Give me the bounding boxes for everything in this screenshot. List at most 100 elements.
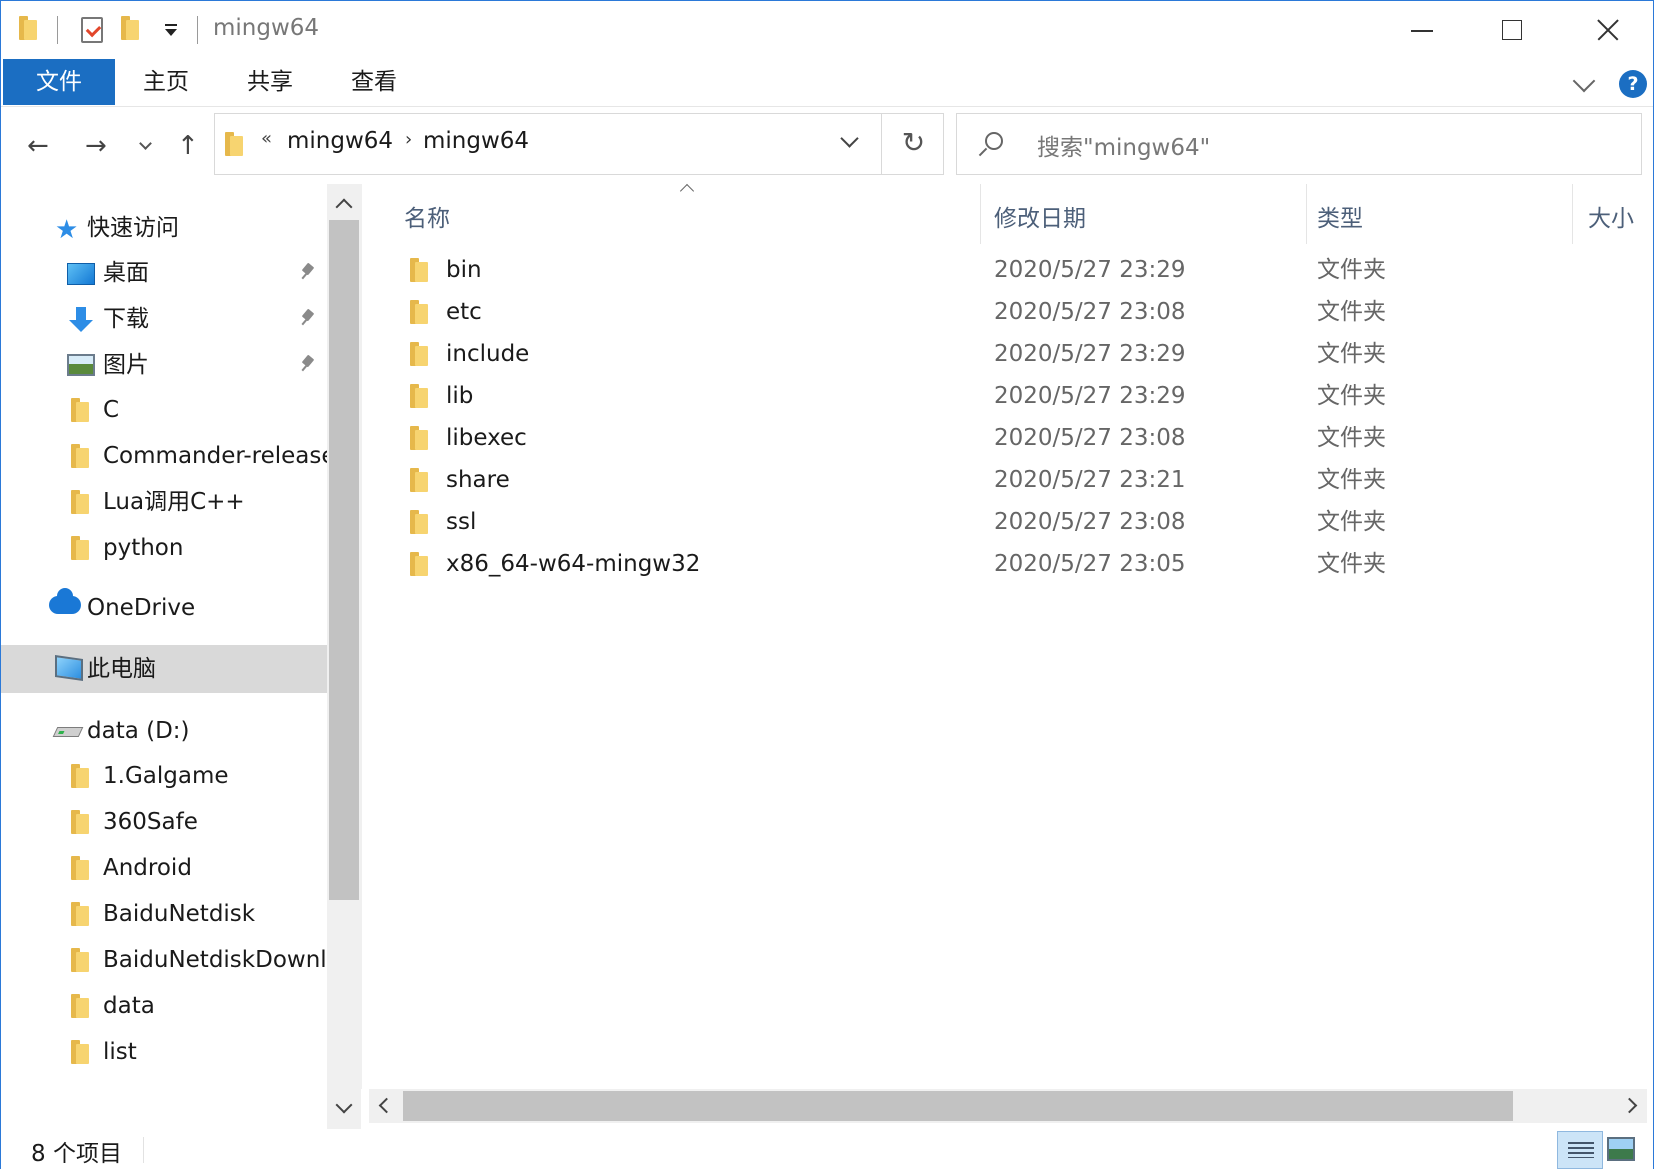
download-icon [69, 307, 93, 333]
tree-item-folder-lua[interactable]: Lua调用C++ [103, 479, 245, 525]
column-divider[interactable] [980, 184, 981, 244]
properties-icon[interactable] [81, 17, 103, 43]
file-type: 文件夹 [1317, 509, 1386, 535]
new-folder-icon[interactable] [121, 16, 139, 40]
tree-item-folder-galgame[interactable]: 1.Galgame [103, 753, 229, 799]
search-icon [985, 132, 1003, 150]
address-folder-icon [225, 132, 243, 156]
up-button[interactable]: ↑ [177, 133, 199, 159]
close-button[interactable] [1561, 1, 1651, 59]
search-box[interactable]: 搜索"mingw64" [956, 113, 1642, 175]
tree-item-folder-baidunetdiskdownload[interactable]: BaiduNetdiskDownl [103, 937, 327, 983]
breadcrumb-mingw64-parent[interactable]: mingw64 [287, 128, 393, 154]
scroll-left-arrow-icon[interactable] [378, 1097, 395, 1114]
pin-icon[interactable] [301, 356, 315, 372]
tree-item-folder-baidunetdisk[interactable]: BaiduNetdisk [103, 891, 255, 937]
folder-icon [71, 444, 89, 468]
tree-item-quick-access[interactable]: 快速访问 [87, 205, 179, 251]
file-name[interactable]: share [446, 459, 510, 501]
file-type: 文件夹 [1317, 551, 1386, 577]
column-divider[interactable] [1306, 184, 1307, 244]
file-name[interactable]: include [446, 333, 529, 375]
tab-home[interactable]: 主页 [127, 59, 205, 105]
back-button[interactable]: ← [27, 133, 49, 159]
expand-ribbon-chevron-icon[interactable] [1572, 69, 1596, 93]
file-name[interactable]: etc [446, 291, 482, 333]
tree-item-folder-c[interactable]: C [103, 387, 119, 433]
folder-icon [71, 398, 89, 422]
large-icons-view-icon[interactable] [1607, 1137, 1635, 1161]
scroll-right-arrow-icon[interactable] [1621, 1097, 1638, 1114]
minimize-button[interactable] [1377, 1, 1467, 59]
help-button[interactable]: ? [1619, 70, 1647, 98]
file-row[interactable]: libexec 2020/5/27 23:08 文件夹 [362, 417, 1654, 459]
tab-view[interactable]: 查看 [335, 59, 413, 105]
address-overflow-button[interactable]: « [261, 128, 272, 149]
folder-icon [71, 994, 89, 1018]
maximize-button[interactable] [1467, 1, 1557, 59]
pin-icon[interactable] [301, 264, 315, 280]
file-name[interactable]: libexec [446, 417, 527, 459]
window-title: mingw64 [213, 15, 320, 41]
file-row[interactable]: x86_64-w64-mingw32 2020/5/27 23:05 文件夹 [362, 543, 1654, 585]
forward-button[interactable]: → [85, 133, 107, 159]
address-bar[interactable]: « mingw64 › mingw64 ↻ [214, 113, 944, 175]
file-list: 名称 修改日期 类型 大小 bin 2020/5/27 23:29 文件夹 et… [361, 183, 1654, 1089]
tree-item-folder-python[interactable]: python [103, 525, 183, 571]
file-row[interactable]: ssl 2020/5/27 23:08 文件夹 [362, 501, 1654, 543]
details-view-icon[interactable] [1557, 1131, 1603, 1169]
column-header-size[interactable]: 大小 [1588, 194, 1634, 244]
navpane-vertical-scrollbar[interactable] [327, 184, 361, 1129]
scroll-up-arrow-icon[interactable] [335, 198, 353, 216]
tree-item-folder-list[interactable]: list [103, 1029, 137, 1075]
column-divider[interactable] [1572, 184, 1573, 244]
file-type: 文件夹 [1317, 257, 1386, 283]
file-row[interactable]: share 2020/5/27 23:21 文件夹 [362, 459, 1654, 501]
scroll-thumb[interactable] [403, 1091, 1513, 1121]
file-row[interactable]: lib 2020/5/27 23:29 文件夹 [362, 375, 1654, 417]
file-row[interactable]: include 2020/5/27 23:29 文件夹 [362, 333, 1654, 375]
file-type: 文件夹 [1317, 425, 1386, 451]
file-name[interactable]: bin [446, 249, 482, 291]
folder-icon [410, 426, 428, 450]
scroll-down-arrow-icon[interactable] [335, 1096, 353, 1114]
file-row[interactable]: etc 2020/5/27 23:08 文件夹 [362, 291, 1654, 333]
recent-locations-chevron-icon[interactable] [139, 137, 152, 150]
file-date: 2020/5/27 23:08 [994, 299, 1186, 325]
file-row[interactable]: bin 2020/5/27 23:29 文件夹 [362, 249, 1654, 291]
column-header-date[interactable]: 修改日期 [994, 194, 1086, 244]
folder-icon [410, 300, 428, 324]
folder-icon [71, 490, 89, 514]
file-name[interactable]: ssl [446, 501, 476, 543]
tab-share[interactable]: 共享 [231, 59, 309, 105]
pin-icon[interactable] [301, 310, 315, 326]
tree-item-folder-data[interactable]: data [103, 983, 155, 1029]
app-folder-icon [19, 16, 37, 40]
refresh-button[interactable]: ↻ [881, 114, 945, 174]
folder-icon [71, 902, 89, 926]
breadcrumb-separator[interactable]: › [405, 129, 412, 150]
tree-item-folder-android[interactable]: Android [103, 845, 192, 891]
column-header-name[interactable]: 名称 [404, 194, 450, 244]
breadcrumb-mingw64-current[interactable]: mingw64 [423, 128, 529, 154]
column-header-type[interactable]: 类型 [1317, 194, 1363, 244]
tree-item-folder-commander[interactable]: Commander-release [103, 433, 336, 479]
tree-item-this-pc[interactable]: 此电脑 [87, 646, 156, 692]
tree-item-desktop[interactable]: 桌面 [103, 250, 149, 296]
tree-item-folder-360safe[interactable]: 360Safe [103, 799, 198, 845]
file-name[interactable]: lib [446, 375, 473, 417]
this-pc-icon [55, 655, 83, 681]
scroll-thumb[interactable] [329, 220, 359, 900]
file-name[interactable]: x86_64-w64-mingw32 [446, 543, 700, 585]
folder-icon [71, 1040, 89, 1064]
tree-item-pictures[interactable]: 图片 [103, 342, 149, 388]
tree-item-onedrive[interactable]: OneDrive [87, 585, 195, 631]
search-input[interactable]: 搜索"mingw64" [1037, 128, 1210, 162]
tree-item-downloads[interactable]: 下载 [103, 296, 149, 342]
customize-toolbar-icon[interactable] [165, 24, 177, 36]
file-list-horizontal-scrollbar[interactable] [369, 1089, 1647, 1123]
address-dropdown-chevron-icon[interactable] [840, 129, 859, 148]
tab-file[interactable]: 文件 [3, 59, 115, 105]
file-type: 文件夹 [1317, 341, 1386, 367]
tree-item-drive-d[interactable]: data (D:) [87, 708, 190, 754]
